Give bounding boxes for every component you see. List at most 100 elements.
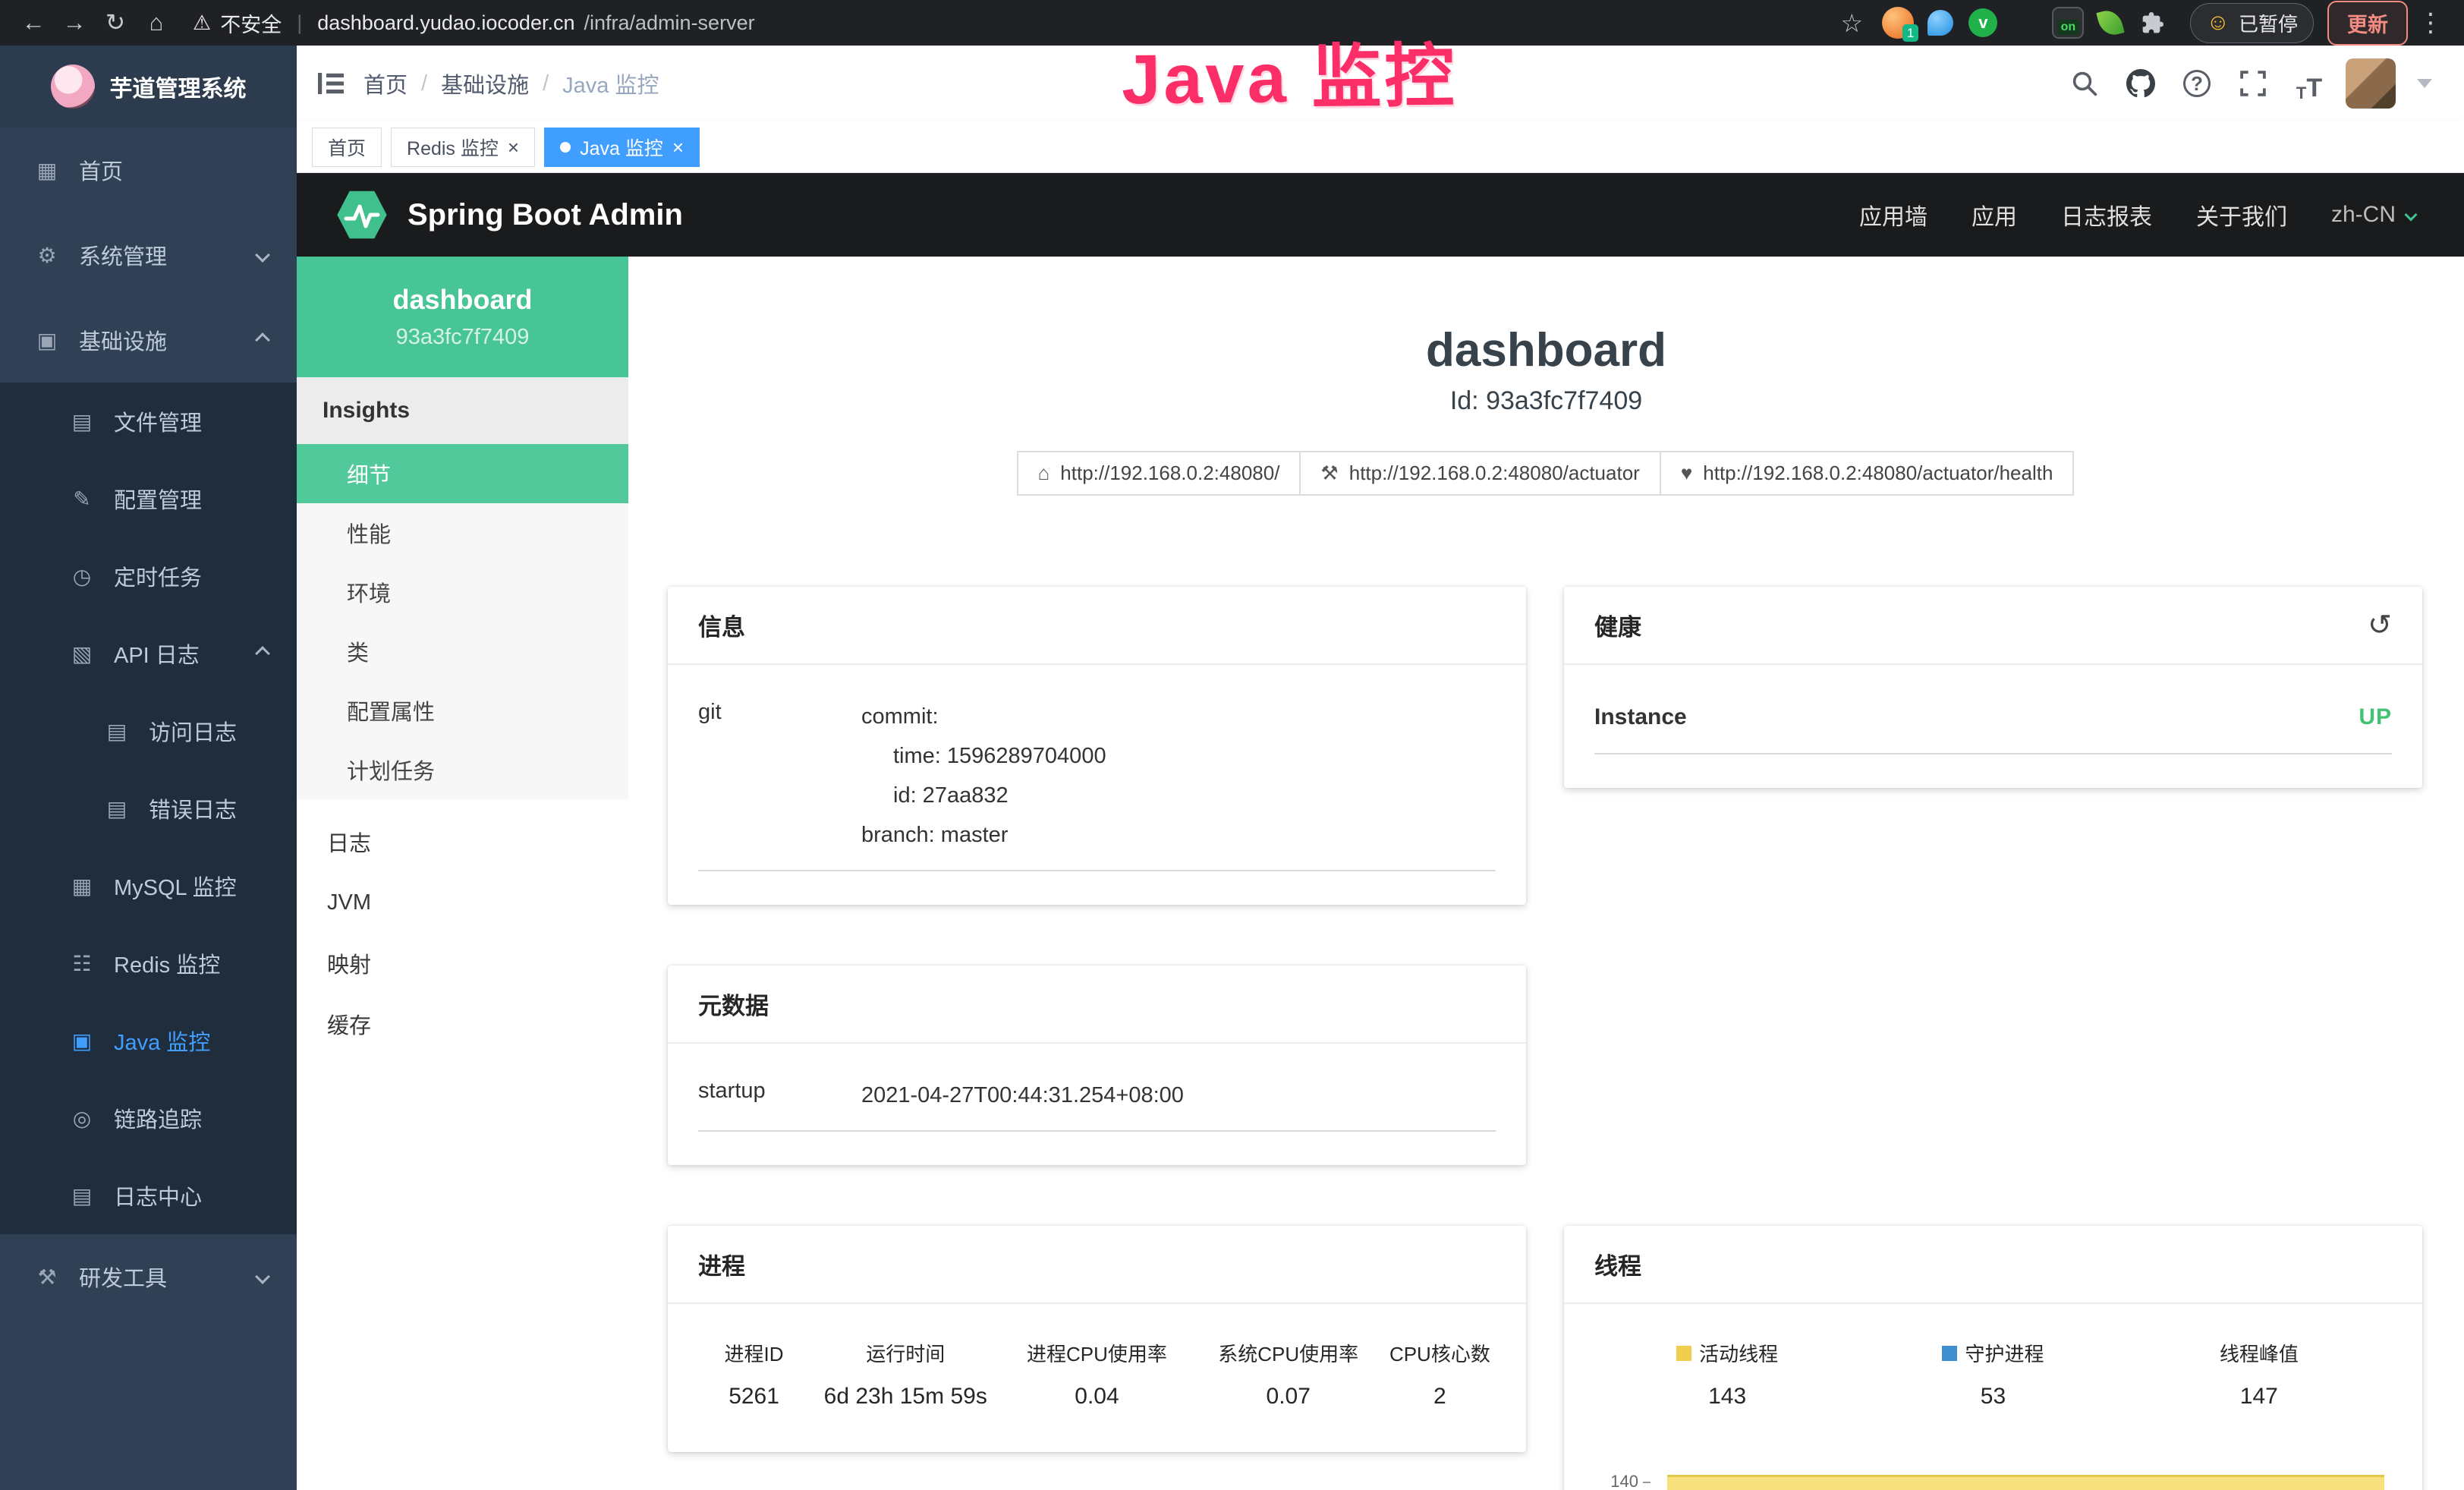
sidebar-item-config-management[interactable]: ✎ 配置管理 (0, 460, 297, 537)
sba-item-logs[interactable]: 日志 (297, 811, 628, 872)
help-icon[interactable]: ? (2177, 64, 2217, 103)
close-icon[interactable]: × (508, 137, 519, 157)
sidebar-item-api-logs[interactable]: ▧ API 日志 (0, 615, 297, 692)
history-icon[interactable]: ↺ (2368, 608, 2392, 642)
sba-content: dashboard Id: 93a3fc7f7409 ⌂ http://192.… (628, 257, 2464, 1490)
sidebar-item-tracing[interactable]: ◎ 链路追踪 (0, 1079, 297, 1157)
sidebar-item-scheduled-tasks[interactable]: ◷ 定时任务 (0, 537, 297, 615)
sba-nav-links: 应用墙 应用 日志报表 关于我们 zh-CN (1859, 198, 2415, 232)
fullscreen-icon[interactable] (2233, 64, 2273, 103)
spring-boot-admin-logo[interactable] (336, 189, 388, 241)
breadcrumb-current: Java 监控 (562, 68, 659, 99)
app-logo[interactable]: 芋道管理系统 (0, 46, 297, 128)
sidebar-toggle-icon[interactable] (313, 66, 348, 101)
user-avatar[interactable] (2346, 58, 2396, 109)
sba-item-mappings[interactable]: 映射 (297, 933, 628, 994)
menu-label: 访问日志 (149, 715, 237, 747)
question-mark: ? (2183, 70, 2211, 97)
url-separator: | (297, 11, 302, 35)
sidebar-item-java-monitor[interactable]: ▣ Java 监控 (0, 1002, 297, 1079)
tools-icon: ⚒ (32, 1265, 62, 1290)
menu-label: 基础设施 (79, 324, 167, 356)
not-secure-warning-icon: ⚠ (193, 11, 211, 35)
home-icon: ⌂ (1038, 461, 1050, 485)
browser-menu-icon[interactable]: ⋮ (2412, 5, 2449, 41)
service-url-link[interactable]: ⌂ http://192.168.0.2:48080/ (1017, 451, 1301, 496)
tab-java-monitor[interactable]: Java 监控 × (544, 128, 700, 167)
sba-item-classes[interactable]: 类 (297, 622, 628, 681)
sidebar-item-log-center[interactable]: ▤ 日志中心 (0, 1157, 297, 1234)
extensions-puzzle-icon[interactable] (2137, 7, 2169, 39)
sba-item-scheduled-tasks[interactable]: 计划任务 (297, 740, 628, 799)
tab-home[interactable]: 首页 (312, 128, 382, 167)
table-row[interactable]: Instance UP (1594, 677, 2392, 754)
bookmark-star-icon[interactable]: ☆ (1833, 5, 1870, 41)
sba-item-jvm[interactable]: JVM (297, 872, 628, 933)
card-title: 线程 (1564, 1226, 2422, 1304)
extension-leaf-icon[interactable] (2094, 7, 2126, 39)
leaf-shape (2097, 8, 2125, 38)
user-menu-caret-icon[interactable] (2417, 79, 2432, 88)
sidebar-item-redis-monitor[interactable]: ☷ Redis 监控 (0, 925, 297, 1002)
search-icon[interactable] (2065, 64, 2104, 103)
breadcrumb-separator: / (421, 71, 427, 96)
sidebar-item-system-management[interactable]: ⚙ 系统管理 (0, 213, 297, 298)
menu-label: 文件管理 (114, 405, 202, 437)
url-path: /infra/admin-server (584, 11, 755, 35)
gear-icon: ⚙ (32, 243, 62, 268)
font-size-icon[interactable]: TT (2289, 64, 2329, 103)
green-circle-shape: v (1968, 8, 1997, 37)
sidebar-item-mysql-monitor[interactable]: ▦ MySQL 监控 (0, 847, 297, 925)
extension-fox-icon[interactable]: 1 (1882, 7, 1914, 39)
health-instance-label: Instance (1594, 704, 1687, 730)
layers-icon: ☷ (67, 951, 97, 976)
breadcrumb-home[interactable]: 首页 (363, 68, 408, 99)
instance-header[interactable]: dashboard 93a3fc7f7409 (297, 257, 628, 377)
sba-item-caches[interactable]: 缓存 (297, 994, 628, 1054)
paused-badge[interactable]: ☺ 已暂停 (2190, 3, 2314, 43)
health-url-link[interactable]: ♥ http://192.168.0.2:48080/actuator/heal… (1660, 451, 2075, 496)
breadcrumb-separator: / (543, 71, 549, 96)
sba-item-configprops[interactable]: 配置属性 (297, 681, 628, 740)
info-line: branch: master (861, 815, 1496, 855)
extension-grid-icon[interactable] (2009, 7, 2041, 39)
locale-select[interactable]: zh-CN (2331, 202, 2415, 228)
document-icon: ▤ (67, 1183, 97, 1208)
eye-icon: ◎ (67, 1106, 97, 1131)
extension-on-badge-icon[interactable]: on (2052, 7, 2084, 39)
nav-applications-wall[interactable]: 应用墙 (1859, 198, 1927, 232)
process-card: 进程 进程ID 5261 运行时间 6d 23h 15m 59 (668, 1226, 1526, 1452)
address-bar[interactable]: ⚠ 不安全 | dashboard.yudao.iocoder.cn/infra… (193, 8, 755, 38)
tab-redis-monitor[interactable]: Redis 监控 × (391, 128, 535, 167)
paused-label: 已暂停 (2239, 9, 2298, 37)
sidebar-item-error-logs[interactable]: ▤ 错误日志 (0, 770, 297, 847)
reload-icon[interactable]: ↻ (97, 5, 134, 41)
github-icon[interactable] (2121, 64, 2160, 103)
sidebar-item-file-management[interactable]: ▤ 文件管理 (0, 383, 297, 460)
forward-icon[interactable]: → (56, 5, 93, 41)
menu-label: 链路追踪 (114, 1102, 202, 1134)
nav-journal[interactable]: 日志报表 (2061, 198, 2152, 232)
sba-item-details[interactable]: 细节 (297, 444, 628, 503)
sidebar-item-home[interactable]: ▦ 首页 (0, 128, 297, 213)
sidebar-item-infrastructure[interactable]: ▣ 基础设施 (0, 298, 297, 383)
insights-section-label: Insights (297, 377, 628, 444)
update-button[interactable]: 更新 (2327, 1, 2408, 46)
browser-home-icon[interactable]: ⌂ (138, 5, 175, 41)
info-line: time: 1596289704000 (861, 736, 1496, 776)
extension-drop-icon[interactable] (1924, 7, 1956, 39)
sidebar-item-access-logs[interactable]: ▤ 访问日志 (0, 692, 297, 770)
close-icon[interactable]: × (672, 137, 684, 157)
actuator-url-link[interactable]: ⚒ http://192.168.0.2:48080/actuator (1299, 451, 1660, 496)
nav-applications[interactable]: 应用 (1972, 198, 2017, 232)
back-icon[interactable]: ← (15, 5, 52, 41)
nav-about[interactable]: 关于我们 (2196, 198, 2287, 232)
card-body: git commit: time: 1596289704000 id: 27aa… (668, 665, 1526, 905)
tab-bar: 首页 Redis 监控 × Java 监控 × (297, 121, 2464, 173)
sba-item-environment[interactable]: 环境 (297, 562, 628, 622)
breadcrumb-infrastructure[interactable]: 基础设施 (441, 68, 529, 99)
sba-item-performance[interactable]: 性能 (297, 503, 628, 562)
extension-green-circle-icon[interactable]: v (1967, 7, 1999, 39)
monitor-icon: ▣ (67, 1029, 97, 1054)
sidebar-item-dev-tools[interactable]: ⚒ 研发工具 (0, 1234, 297, 1319)
